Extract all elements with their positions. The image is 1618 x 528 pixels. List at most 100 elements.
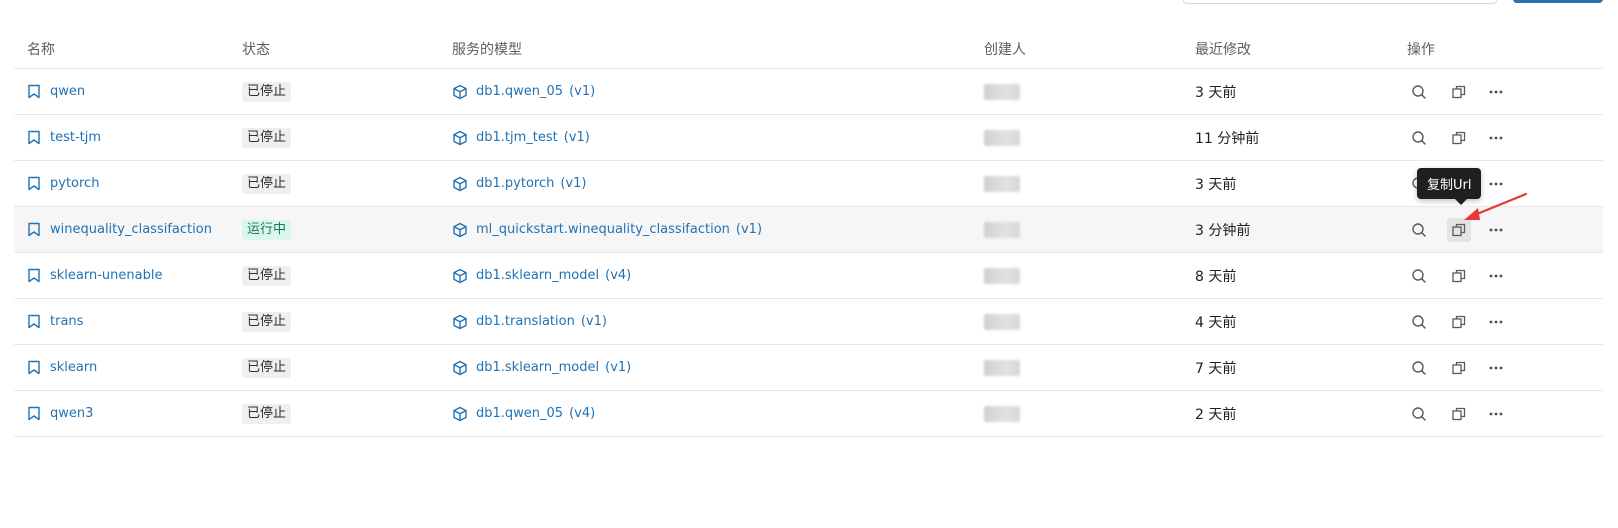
creator-cell [984,391,1020,436]
more-icon[interactable] [1484,126,1508,150]
endpoint-name-link[interactable]: sklearn [50,360,97,375]
table-row[interactable]: test-tjm 已停止 db1.tjm_test (v1) 11 分钟前 [14,115,1603,161]
header-actions: 操作 [1407,42,1435,58]
more-icon[interactable] [1484,310,1508,334]
creator-avatar-redacted [984,267,1020,284]
search-icon[interactable] [1407,218,1431,242]
endpoint-name-link[interactable]: trans [50,314,83,329]
table-row[interactable]: winequality_classifaction 运行中 ml_quickst… [14,207,1603,253]
modified-cell: 3 分钟前 [1195,207,1250,252]
model-cell: ml_quickstart.winequality_classifaction … [452,207,762,252]
status-badge: 已停止 [242,403,292,424]
copy-icon[interactable] [1447,356,1471,380]
bookmark-icon [27,314,41,329]
model-version: (v1) [569,84,596,99]
creator-avatar-redacted [984,175,1020,192]
endpoint-name-link[interactable]: sklearn-unenable [50,268,162,283]
cube-icon [452,406,468,422]
bookmark-icon [27,360,41,375]
model-version: (v1) [560,176,587,191]
status-cell: 已停止 [242,69,292,114]
table-row[interactable]: pytorch 已停止 db1.pytorch (v1) 3 天前 [14,161,1603,207]
header-creator: 创建人 [984,42,1026,58]
endpoint-name-link[interactable]: test-tjm [50,130,101,145]
model-link[interactable]: db1.pytorch [476,176,554,191]
modified-cell: 8 天前 [1195,253,1236,298]
copy-icon[interactable] [1447,310,1471,334]
name-cell: winequality_classifaction [27,207,212,252]
last-modified: 2 天前 [1195,406,1237,423]
search-icon[interactable] [1407,310,1431,334]
cube-icon [452,84,468,100]
endpoint-name-link[interactable]: qwen3 [50,406,93,421]
table-row[interactable]: sklearn-unenable 已停止 db1.sklearn_model (… [14,253,1603,299]
bookmark-icon [27,268,41,283]
model-version: (v1) [735,222,763,237]
last-modified: 4 天前 [1195,314,1237,331]
search-icon[interactable] [1407,126,1431,150]
more-icon[interactable] [1484,264,1508,288]
header-name: 名称 [27,42,55,58]
last-modified: 7 天前 [1195,360,1237,377]
status-badge: 已停止 [242,311,292,332]
model-link[interactable]: db1.translation [476,314,575,329]
status-cell: 已停止 [242,391,292,436]
creator-cell [984,253,1020,298]
table-row[interactable]: qwen3 已停止 db1.qwen_05 (v4) 2 天前 [14,391,1603,437]
search-input[interactable] [1183,0,1497,4]
cube-icon [452,176,468,192]
status-cell: 已停止 [242,253,292,298]
model-link[interactable]: db1.sklearn_model [476,268,599,283]
last-modified: 8 天前 [1195,268,1237,285]
serving-endpoints-table: 名称 状态 服务的模型 创建人 最近修改 操作 qwen 已停止 db1.qwe… [14,27,1603,437]
last-modified: 11 分钟前 [1195,130,1260,147]
status-badge: 已停止 [242,81,292,102]
modified-cell: 7 天前 [1195,345,1236,390]
cube-icon [452,222,468,238]
more-icon[interactable] [1484,80,1508,104]
search-icon[interactable] [1407,402,1431,426]
table-row[interactable]: trans 已停止 db1.translation (v1) 4 天前 [14,299,1603,345]
copy-icon[interactable] [1447,80,1471,104]
creator-avatar-redacted [984,129,1020,146]
search-icon[interactable] [1407,264,1431,288]
table-row[interactable]: sklearn 已停止 db1.sklearn_model (v1) 7 天前 [14,345,1603,391]
last-modified: 3 分钟前 [1195,222,1251,239]
status-badge: 已停止 [242,357,292,378]
model-link[interactable]: db1.sklearn_model [476,360,599,375]
endpoint-name-link[interactable]: winequality_classifaction [50,222,212,237]
search-icon[interactable] [1407,80,1431,104]
model-link[interactable]: db1.tjm_test [476,130,558,145]
header-status: 状态 [242,42,270,58]
bookmark-icon [27,130,41,145]
copy-icon[interactable] [1447,264,1471,288]
table-row[interactable]: qwen 已停止 db1.qwen_05 (v1) 3 天前 [14,69,1603,115]
creator-cell [984,207,1020,252]
table-header: 名称 状态 服务的模型 创建人 最近修改 操作 [14,27,1603,69]
model-link[interactable]: db1.qwen_05 [476,84,563,99]
modified-cell: 4 天前 [1195,299,1236,344]
creator-cell [984,115,1020,160]
name-cell: pytorch [27,161,99,206]
copy-icon[interactable] [1447,402,1471,426]
name-cell: sklearn-unenable [27,253,162,298]
more-icon[interactable] [1484,356,1508,380]
endpoint-name-link[interactable]: qwen [50,84,85,99]
status-badge: 已停止 [242,265,292,286]
status-cell: 已停止 [242,299,292,344]
copy-icon[interactable] [1447,126,1471,150]
create-button[interactable] [1513,0,1603,3]
model-link[interactable]: ml_quickstart.winequality_classifaction [476,222,730,237]
search-icon[interactable] [1407,356,1431,380]
model-link[interactable]: db1.qwen_05 [476,406,563,421]
status-cell: 已停止 [242,345,292,390]
creator-avatar-redacted [984,359,1020,376]
model-cell: db1.translation (v1) [452,299,607,344]
endpoint-name-link[interactable]: pytorch [50,176,99,191]
more-icon[interactable] [1484,402,1508,426]
serving-endpoints-page: 名称 状态 服务的模型 创建人 最近修改 操作 qwen 已停止 db1.qwe… [0,0,1618,528]
model-version: (v1) [580,314,607,329]
annotation-arrow-icon [1464,192,1528,220]
status-badge: 已停止 [242,173,292,194]
cube-icon [452,130,468,146]
